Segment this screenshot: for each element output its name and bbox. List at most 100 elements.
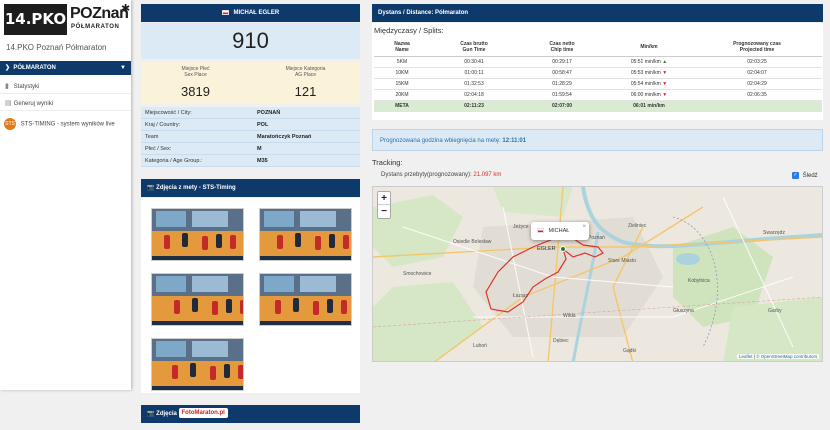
follow-label: Śledź [802, 173, 818, 180]
foto-maraton-logo[interactable]: FotoMaraton.pl [178, 408, 228, 419]
split-name: 5KM [374, 56, 430, 68]
sidebar-item-label: Generuj wyniki [13, 101, 54, 107]
map-label: Luboń [473, 343, 487, 349]
map-label: Wilda [563, 313, 576, 319]
col-chip-time: Czas netto Chip time [518, 38, 606, 57]
leaflet-link[interactable]: Leaflet [739, 354, 753, 359]
map-label: Kobylnica [688, 278, 710, 284]
star-icon: ✱ [121, 3, 131, 15]
split-projected [692, 100, 822, 112]
runner-name-header: MICHAŁ EGLER [141, 4, 360, 22]
category-place-value: 121 [294, 84, 317, 99]
finish-photo-thumbnail[interactable] [151, 338, 244, 391]
event-logo[interactable]: 14.PKO POZnan PÓŁMARATON ✱ [4, 3, 131, 35]
info-key: Kraj / Country: [145, 122, 181, 128]
zoom-out-button[interactable]: − [378, 205, 390, 218]
split-gun-time: 00:30:41 [430, 56, 518, 68]
split-name: 20KM [374, 89, 430, 101]
split-name: 15KM [374, 78, 430, 90]
info-value: POL [257, 122, 269, 128]
runner-name: MICHAŁ EGLER [233, 10, 280, 16]
osm-attribution[interactable]: © OpenStreetMap contributors [756, 354, 817, 359]
logo-pko-text: 14.PKO [4, 4, 67, 35]
tracking-map[interactable]: Osiedle Bolesław Jeżyce Poznań Smochowic… [372, 186, 823, 362]
split-gun-time-text: 02:04:18 [464, 91, 484, 98]
follow-checkbox[interactable]: ✓ Śledź [792, 172, 818, 179]
distance-value: Półmaraton [435, 10, 469, 16]
split-pace: 05:51 min/km ▲ [606, 56, 692, 68]
split-name-text: 20KM [395, 91, 409, 98]
map-runner-popup[interactable]: MICHAŁ EGLER × [531, 222, 589, 252]
sts-timing-link[interactable]: STS STS-TIMING - system wyników live [4, 118, 115, 130]
split-projected-text: 02:04:07 [747, 69, 767, 76]
split-gun-time: 02:11:23 [430, 100, 518, 112]
info-row: Team Maratończyk Poznań [141, 131, 360, 143]
finish-photos-title: Zdjęcia z mety - STS-Timing [156, 185, 236, 191]
map-label: Swarzędz [763, 230, 785, 236]
category-place: Miejsce Kategoria AG Place 121 [251, 66, 360, 99]
col-name: Nazwa Name [374, 38, 430, 57]
split-chip-time-text: 01:59:54 [552, 91, 572, 98]
map-label: Dębiec [553, 338, 569, 344]
split-pace-text: 05:51 min/km [630, 58, 661, 65]
sidebar-item-generuj-wyniki[interactable]: ▤ Generuj wyniki [0, 96, 131, 111]
sidebar-item-polmaraton[interactable]: ❯ PÓŁMARATON ▼ [0, 61, 131, 75]
info-value: M35 [257, 158, 268, 164]
foto-maraton-header: 📷 Zdjęcia FotoMaraton.pl [141, 405, 360, 423]
sidebar-item-statystyki[interactable]: ▮ Statystyki [0, 79, 131, 94]
finish-photo-thumbnail[interactable] [151, 273, 244, 326]
split-gun-time: 02:04:18 [430, 89, 518, 101]
finish-photo-thumbnail[interactable] [151, 208, 244, 261]
event-title: 14.PKO Poznań Półmaraton [6, 43, 107, 52]
split-projected: 02:04:07 [692, 67, 822, 79]
split-gun-time-text: 01:32:53 [464, 80, 484, 87]
table-row: 20KM 02:04:18 01:59:54 06:00 min/km ▼ 02:06:… [374, 89, 822, 101]
split-pace: 05:53 min/km ▼ [606, 67, 692, 79]
map-label: Garby [768, 308, 782, 314]
split-pace-text: 06:00 min/km [630, 91, 661, 98]
finish-photo-thumbnail[interactable] [259, 273, 352, 326]
tracking-distance-value: 21.097 km [473, 172, 502, 178]
projection-value: 12:11:01 [502, 138, 527, 144]
split-pace-text: 05:54 min/km [630, 80, 661, 87]
split-name-text: 10KM [395, 69, 409, 76]
info-key: Team [145, 134, 159, 140]
split-projected-text: 02:06:35 [747, 91, 767, 98]
splits-title: Międzyczasy / Splits: [374, 26, 444, 35]
info-key: Kategoria / Age Group.: [145, 158, 203, 164]
split-chip-time-text: 02:07:00 [551, 102, 572, 109]
document-icon: ▤ [5, 100, 12, 107]
split-pace: 06:01 min/km [606, 100, 692, 112]
projection-banner: Prognozowana godzina wbiegnięcia na metę… [372, 129, 823, 151]
info-value: Maratończyk Poznań [257, 134, 312, 140]
split-pace-text: 05:53 min/km [630, 69, 661, 76]
split-chip-time: 01:59:54 [518, 89, 606, 101]
chevron-down-icon: ▼ [120, 65, 126, 71]
finish-photo-thumbnail[interactable] [259, 208, 352, 261]
map-label: Jeżyce [513, 224, 529, 230]
map-attribution: Leaflet | © OpenStreetMap contributors [737, 354, 820, 359]
map-label: Gądki [623, 348, 636, 354]
split-projected: 02:06:35 [692, 89, 822, 101]
split-name: 10KM [374, 67, 430, 79]
checkmark-icon: ✓ [792, 172, 799, 179]
close-icon[interactable]: × [582, 218, 586, 236]
map-label: Łazarz [513, 293, 529, 299]
split-gun-time: 01:32:53 [430, 78, 518, 90]
finish-photos-gallery [141, 198, 360, 393]
tracking-distance: Dystans przebyty(prognozowany): 21.097 k… [381, 172, 501, 178]
split-name-text: 5KM [396, 58, 408, 65]
zoom-in-button[interactable]: + [378, 192, 390, 205]
info-row: Kategoria / Age Group.: M35 [141, 155, 360, 167]
info-value: M [257, 146, 262, 152]
sex-place-value: 3819 [181, 84, 210, 99]
split-projected: 02:03:25 [692, 56, 822, 68]
split-pace: 06:00 min/km ▼ [606, 89, 692, 101]
info-key: Płeć / Sex: [145, 146, 172, 152]
chart-icon: ▮ [5, 83, 9, 90]
finish-photos-header: 📷 Zdjęcia z mety - STS-Timing [141, 179, 360, 197]
split-chip-time: 00:29:17 [518, 56, 606, 68]
table-row: 15KM 01:32:53 01:28:29 05:54 min/km ▼ 02:04:… [374, 78, 822, 90]
logo-polmaraton-text: PÓŁMARATON [71, 24, 120, 30]
col-gun-time: Czas brutto Gun Time [430, 38, 518, 57]
